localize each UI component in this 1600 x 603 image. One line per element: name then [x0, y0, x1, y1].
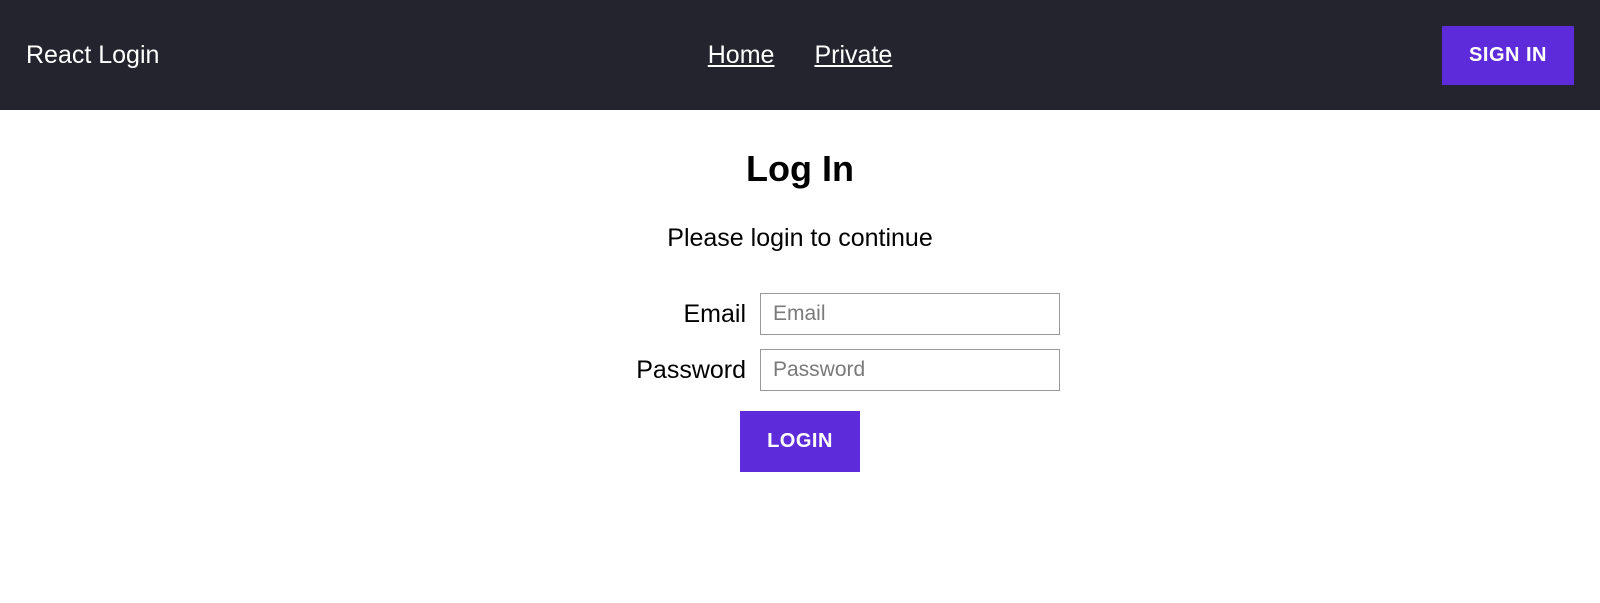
email-field[interactable]: [760, 293, 1060, 335]
nav-links: Home Private: [708, 41, 893, 70]
signin-button[interactable]: SIGN IN: [1442, 26, 1574, 85]
login-form: Email Password LOGIN: [540, 293, 1060, 472]
nav-link-home[interactable]: Home: [708, 41, 775, 70]
page-subtitle: Please login to continue: [667, 224, 932, 253]
navbar: React Login Home Private SIGN IN: [0, 0, 1600, 110]
password-row: Password: [540, 349, 1060, 391]
login-button[interactable]: LOGIN: [740, 411, 860, 472]
main-content: Log In Please login to continue Email Pa…: [0, 110, 1600, 472]
password-label: Password: [540, 356, 760, 385]
password-field[interactable]: [760, 349, 1060, 391]
brand-title: React Login: [26, 41, 159, 70]
nav-link-private[interactable]: Private: [814, 41, 892, 70]
email-label: Email: [540, 300, 760, 329]
email-row: Email: [540, 293, 1060, 335]
page-title: Log In: [746, 148, 854, 190]
